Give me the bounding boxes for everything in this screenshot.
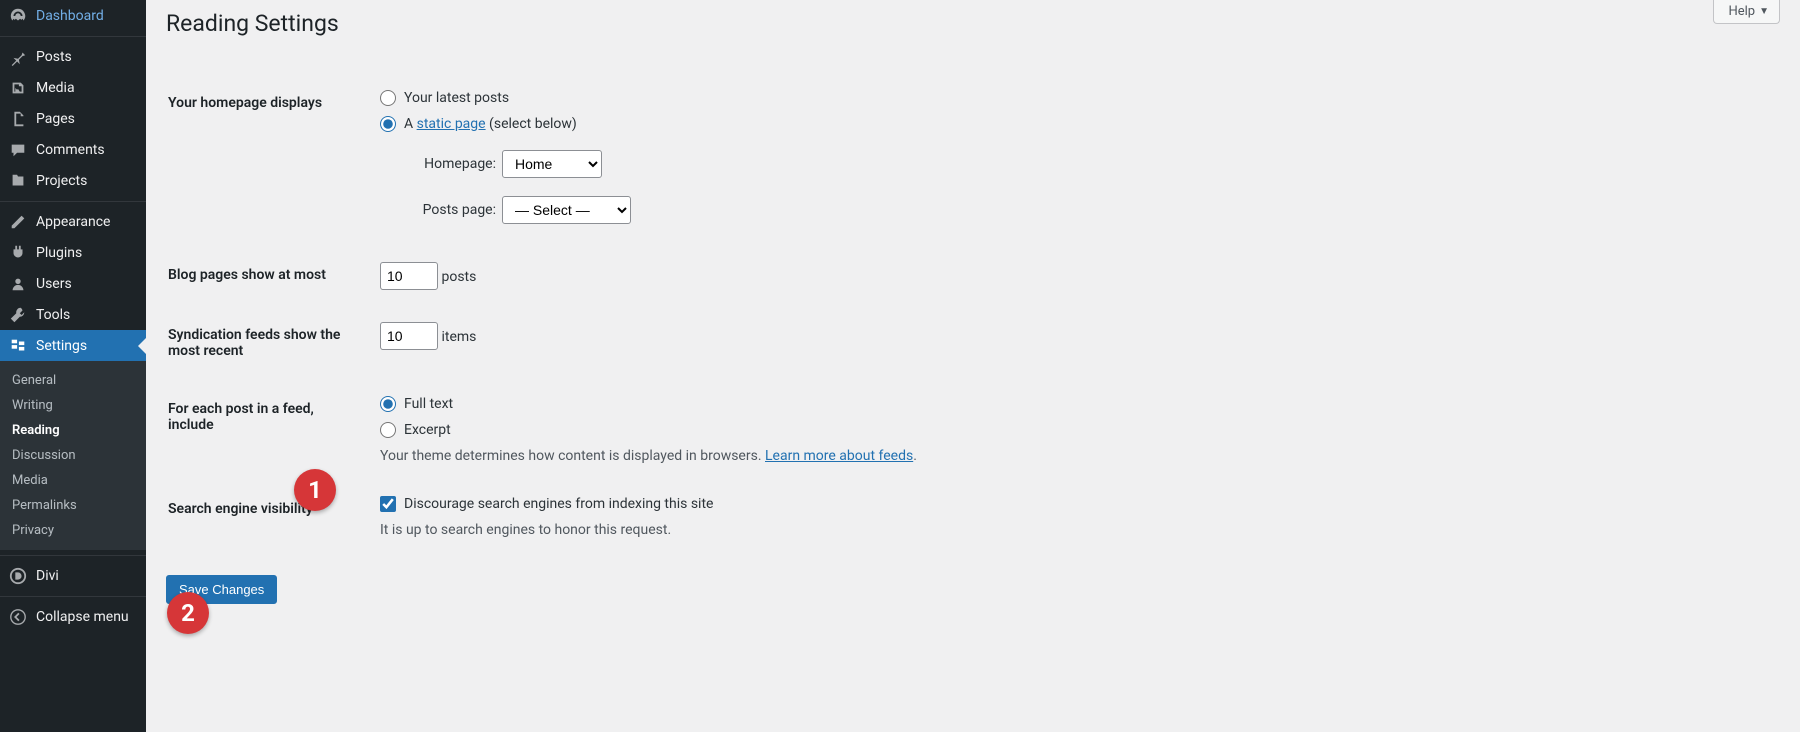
pages-icon bbox=[8, 109, 28, 129]
sidebar-item-label: Dashboard bbox=[36, 8, 104, 24]
radio-static-page[interactable] bbox=[380, 116, 396, 132]
sidebar-item-label: Media bbox=[36, 80, 75, 96]
sidebar-item-settings[interactable]: Settings bbox=[0, 330, 146, 361]
sidebar-item-appearance[interactable]: Appearance bbox=[0, 206, 146, 237]
feed-include-label: For each post in a feed, include bbox=[168, 381, 368, 479]
sidebar-item-users[interactable]: Users bbox=[0, 268, 146, 299]
submenu-item-reading[interactable]: Reading bbox=[0, 418, 146, 443]
blog-pages-label: Blog pages show at most bbox=[168, 247, 368, 305]
submenu-item-permalinks[interactable]: Permalinks bbox=[0, 493, 146, 518]
help-label: Help bbox=[1728, 4, 1755, 19]
static-page-link[interactable]: static page bbox=[417, 116, 486, 132]
annotation-2: 2 bbox=[167, 592, 209, 634]
radio-static-page-label: A static page (select below) bbox=[404, 116, 577, 132]
help-tab[interactable]: Help ▼ bbox=[1713, 0, 1780, 24]
plugins-icon bbox=[8, 243, 28, 263]
submenu-item-discussion[interactable]: Discussion bbox=[0, 443, 146, 468]
submenu-item-privacy[interactable]: Privacy bbox=[0, 518, 146, 543]
blog-pages-input[interactable] bbox=[380, 262, 438, 290]
submenu-item-media[interactable]: Media bbox=[0, 468, 146, 493]
syndication-suffix: items bbox=[441, 329, 476, 345]
settings-form: Your homepage displays Your latest posts… bbox=[166, 73, 1780, 555]
sidebar-item-pages[interactable]: Pages bbox=[0, 103, 146, 134]
homepage-select-label: Homepage: bbox=[396, 156, 496, 172]
visibility-label: Search engine visibility bbox=[168, 481, 368, 553]
sidebar-item-label: Projects bbox=[36, 173, 87, 189]
postspage-select[interactable]: — Select — bbox=[502, 196, 631, 224]
divi-icon bbox=[8, 566, 28, 586]
homepage-select[interactable]: Home bbox=[502, 150, 602, 178]
sidebar-item-divi[interactable]: Divi bbox=[0, 560, 146, 591]
sidebar-item-plugins[interactable]: Plugins bbox=[0, 237, 146, 268]
visibility-desc: It is up to search engines to honor this… bbox=[380, 522, 1768, 538]
sidebar-item-tools[interactable]: Tools bbox=[0, 299, 146, 330]
pin-icon bbox=[8, 47, 28, 67]
radio-latest-posts[interactable] bbox=[380, 90, 396, 106]
sidebar-item-label: Appearance bbox=[36, 214, 110, 230]
sidebar-item-label: Divi bbox=[36, 568, 59, 584]
sidebar-item-dashboard[interactable]: Dashboard bbox=[0, 0, 146, 31]
radio-excerpt[interactable] bbox=[380, 422, 396, 438]
submenu-item-general[interactable]: General bbox=[0, 368, 146, 393]
sidebar-item-label: Users bbox=[36, 276, 72, 292]
main-content: Help ▼ Reading Settings Your homepage di… bbox=[146, 0, 1800, 732]
checkbox-discourage[interactable] bbox=[380, 496, 396, 512]
sidebar-item-label: Collapse menu bbox=[36, 609, 129, 625]
feed-include-desc: Your theme determines how content is dis… bbox=[380, 448, 1768, 464]
page-title: Reading Settings bbox=[166, 0, 1780, 43]
radio-excerpt-label: Excerpt bbox=[404, 422, 451, 438]
sidebar-item-label: Posts bbox=[36, 49, 72, 65]
users-icon bbox=[8, 274, 28, 294]
chevron-down-icon: ▼ bbox=[1759, 6, 1769, 17]
sidebar-item-projects[interactable]: Projects bbox=[0, 165, 146, 196]
annotation-1: 1 bbox=[294, 469, 336, 511]
tools-icon bbox=[8, 305, 28, 325]
sidebar-item-collapse[interactable]: Collapse menu bbox=[0, 601, 146, 632]
sidebar-item-label: Tools bbox=[36, 307, 70, 323]
settings-submenu: General Writing Reading Discussion Media… bbox=[0, 361, 146, 550]
sidebar-item-label: Comments bbox=[36, 142, 105, 158]
learn-more-feeds-link[interactable]: Learn more about feeds bbox=[765, 448, 913, 464]
static-page-pre: A bbox=[404, 116, 417, 132]
syndication-label: Syndication feeds show the most recent bbox=[168, 307, 368, 379]
sidebar-item-media[interactable]: Media bbox=[0, 72, 146, 103]
submenu-item-writing[interactable]: Writing bbox=[0, 393, 146, 418]
radio-latest-posts-label: Your latest posts bbox=[404, 90, 509, 106]
postspage-select-label: Posts page: bbox=[396, 202, 496, 218]
admin-sidebar: Dashboard Posts Media Pages Comments Pro… bbox=[0, 0, 146, 732]
checkbox-discourage-label: Discourage search engines from indexing … bbox=[404, 496, 713, 512]
dashboard-icon bbox=[8, 6, 28, 26]
sidebar-item-label: Settings bbox=[36, 338, 87, 354]
radio-full-text-label: Full text bbox=[404, 396, 453, 412]
radio-full-text[interactable] bbox=[380, 396, 396, 412]
appearance-icon bbox=[8, 212, 28, 232]
settings-icon bbox=[8, 336, 28, 356]
sidebar-item-label: Pages bbox=[36, 111, 75, 127]
sidebar-item-comments[interactable]: Comments bbox=[0, 134, 146, 165]
blog-pages-suffix: posts bbox=[441, 269, 476, 285]
media-icon bbox=[8, 78, 28, 98]
static-page-post: (select below) bbox=[486, 116, 577, 132]
syndication-input[interactable] bbox=[380, 322, 438, 350]
sidebar-item-posts[interactable]: Posts bbox=[0, 41, 146, 72]
comments-icon bbox=[8, 140, 28, 160]
sidebar-item-label: Plugins bbox=[36, 245, 82, 261]
feed-desc-pre: Your theme determines how content is dis… bbox=[380, 448, 765, 464]
feed-desc-post: . bbox=[913, 448, 917, 464]
homepage-label: Your homepage displays bbox=[168, 75, 368, 245]
projects-icon bbox=[8, 171, 28, 191]
collapse-icon bbox=[8, 607, 28, 627]
